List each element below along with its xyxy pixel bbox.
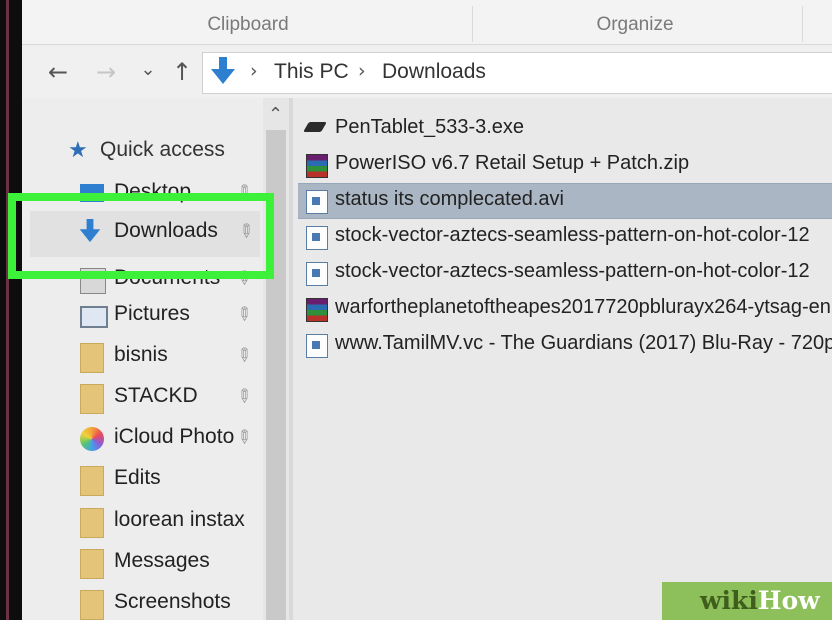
folder-icon <box>80 549 104 579</box>
nav-item-bisnis[interactable]: bisnis ✎ <box>22 339 263 377</box>
wikihow-logo: wikiHow <box>700 586 820 615</box>
breadcrumb-downloads[interactable]: Downloads <box>382 60 486 84</box>
nav-item-pictures[interactable]: Pictures ✎ <box>22 298 263 336</box>
file-explorer-window: Clipboard Organize ← → ⌄ ↑ › This PC › D… <box>0 0 832 620</box>
recent-locations-button[interactable]: ⌄ <box>138 56 158 84</box>
back-button[interactable]: ← <box>44 58 72 86</box>
wikihow-wiki: wiki <box>700 586 758 615</box>
nav-item-edits[interactable]: Edits <box>22 462 263 500</box>
nav-item-screenshots[interactable]: Screenshots <box>22 586 263 620</box>
nav-item-label: STACKD <box>114 384 198 407</box>
nav-item-loorean-instax[interactable]: loorean instax <box>22 504 263 542</box>
file-row-selected[interactable]: status its complecated.avi <box>298 183 832 219</box>
wikihow-how: How <box>757 586 820 615</box>
file-row[interactable]: stock-vector-aztecs-seamless-pattern-on-… <box>298 220 832 254</box>
forward-button[interactable]: → <box>92 58 120 86</box>
folder-icon <box>80 384 104 414</box>
nav-item-label: Pictures <box>114 302 190 325</box>
file-name: warfortheplanetoftheapes2017720pblurayx2… <box>335 296 831 318</box>
breadcrumb-separator: › <box>250 60 258 82</box>
file-row[interactable]: stock-vector-aztecs-seamless-pattern-on-… <box>298 256 832 290</box>
file-row[interactable]: warfortheplanetoftheapes2017720pblurayx2… <box>298 292 832 326</box>
nav-item-label: iCloud Photo <box>114 425 235 448</box>
nav-item-messages[interactable]: Messages <box>22 545 263 583</box>
pin-icon[interactable]: ✎ <box>231 302 257 328</box>
breadcrumb-this-pc[interactable]: This PC <box>274 60 349 84</box>
file-name: PowerISO v6.7 Retail Setup + Patch.zip <box>335 152 690 174</box>
icloud-photos-icon <box>80 427 104 451</box>
folder-icon <box>80 590 104 620</box>
pin-icon[interactable]: ✎ <box>231 384 257 410</box>
file-name: PenTablet_533-3.exe <box>335 116 525 138</box>
file-row[interactable]: www.TamilMV.vc - The Guardians (2017) Bl… <box>298 328 832 362</box>
folder-icon <box>80 343 104 373</box>
file-name: stock-vector-aztecs-seamless-pattern-on-… <box>335 224 810 246</box>
scroll-up-arrow-icon[interactable]: ⌃ <box>268 104 283 125</box>
up-button[interactable]: ↑ <box>168 58 196 86</box>
nav-item-label: bisnis <box>114 343 168 366</box>
video-file-icon <box>306 334 328 358</box>
pin-icon[interactable]: ✎ <box>231 425 257 451</box>
image-file-icon <box>306 262 328 286</box>
winrar-icon <box>306 154 328 178</box>
nav-item-icloud-photo[interactable]: iCloud Photo ✎ <box>22 421 263 459</box>
pin-icon[interactable]: ✎ <box>231 343 257 369</box>
left-edge <box>0 0 22 620</box>
nav-item-label: Edits <box>114 466 161 489</box>
folder-icon <box>80 508 104 538</box>
folder-icon <box>80 466 104 496</box>
image-file-icon <box>306 226 328 250</box>
nav-item-label: Screenshots <box>114 590 231 613</box>
ribbon-divider <box>802 6 803 42</box>
breadcrumb-separator: › <box>358 60 366 82</box>
ribbon-divider <box>472 6 473 42</box>
quick-access-label[interactable]: Quick access <box>100 138 225 162</box>
file-name: stock-vector-aztecs-seamless-pattern-on-… <box>335 260 810 282</box>
download-arrow-icon <box>211 57 235 84</box>
star-icon: ★ <box>68 138 88 163</box>
video-file-icon <box>306 190 328 214</box>
winrar-icon <box>306 298 328 322</box>
nav-item-stackd[interactable]: STACKD ✎ <box>22 380 263 418</box>
file-row[interactable]: PowerISO v6.7 Retail Setup + Patch.zip <box>298 148 832 182</box>
nav-item-label: Messages <box>114 549 210 572</box>
ribbon-group-clipboard: Clipboard <box>207 14 289 35</box>
exe-icon <box>303 122 327 132</box>
pictures-icon <box>80 306 108 328</box>
highlight-annotation <box>8 193 274 279</box>
file-row[interactable]: PenTablet_533-3.exe <box>298 112 832 146</box>
left-edge-accent <box>6 0 9 620</box>
file-name: www.TamilMV.vc - The Guardians (2017) Bl… <box>335 332 832 354</box>
ribbon-group-organize: Organize <box>596 14 674 35</box>
nav-item-label: loorean instax <box>114 508 245 531</box>
file-name: status its complecated.avi <box>335 188 564 210</box>
